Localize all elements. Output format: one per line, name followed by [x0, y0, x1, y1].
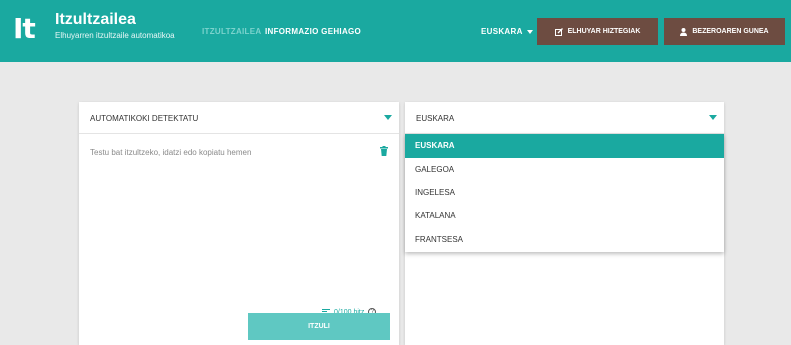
language-menu-label: EUSKARA	[481, 27, 523, 36]
caret-down-icon	[709, 115, 717, 120]
user-icon	[680, 27, 688, 36]
target-language-value: EUSKARA	[416, 114, 455, 123]
language-option-ingelesa[interactable]: INGELESA	[405, 181, 724, 205]
dictionaries-button[interactable]: ELHUYAR HIZTEGIAK	[537, 18, 658, 45]
app-title[interactable]: Itzultzailea	[55, 11, 136, 29]
nav-translator[interactable]: ITZULTZAILEA	[202, 27, 261, 36]
logo[interactable]: It	[13, 10, 47, 48]
source-panel: AUTOMATIKOKI DETEKTATU Testu bat itzultz…	[79, 102, 399, 345]
language-menu[interactable]: EUSKARA	[481, 27, 533, 36]
source-language-select[interactable]: AUTOMATIKOKI DETEKTATU	[79, 102, 399, 134]
target-language-select[interactable]: EUSKARA	[405, 102, 724, 134]
caret-down-icon	[526, 29, 533, 34]
target-language-dropdown: EUSKARA GALEGOA INGELESA KATALANA FRANTS…	[405, 134, 724, 252]
edit-box-icon	[554, 27, 563, 36]
dictionaries-label: ELHUYAR HIZTEGIAK	[567, 28, 641, 35]
source-text-input[interactable]: Testu bat itzultzeko, idatzi edo kopiatu…	[90, 148, 251, 157]
caret-down-icon	[384, 115, 392, 120]
top-bar: It Itzultzailea Elhuyarren itzultzaile a…	[0, 0, 791, 62]
source-language-value: AUTOMATIKOKI DETEKTATU	[90, 114, 199, 123]
app-subtitle: Elhuyarren itzultzaile automatikoa	[55, 31, 175, 40]
translate-button[interactable]: ITZULI	[248, 313, 390, 340]
customer-area-label: BEZEROAREN GUNEA	[692, 28, 769, 35]
customer-area-button[interactable]: BEZEROAREN GUNEA	[664, 18, 785, 45]
language-option-katalana[interactable]: KATALANA	[405, 204, 724, 228]
language-option-euskara[interactable]: EUSKARA	[405, 134, 724, 158]
language-option-galegoa[interactable]: GALEGOA	[405, 158, 724, 182]
language-option-frantsesa[interactable]: FRANTSESA	[405, 228, 724, 252]
trash-icon[interactable]	[380, 146, 388, 156]
nav-more-info[interactable]: INFORMAZIO GEHIAGO	[265, 27, 361, 36]
